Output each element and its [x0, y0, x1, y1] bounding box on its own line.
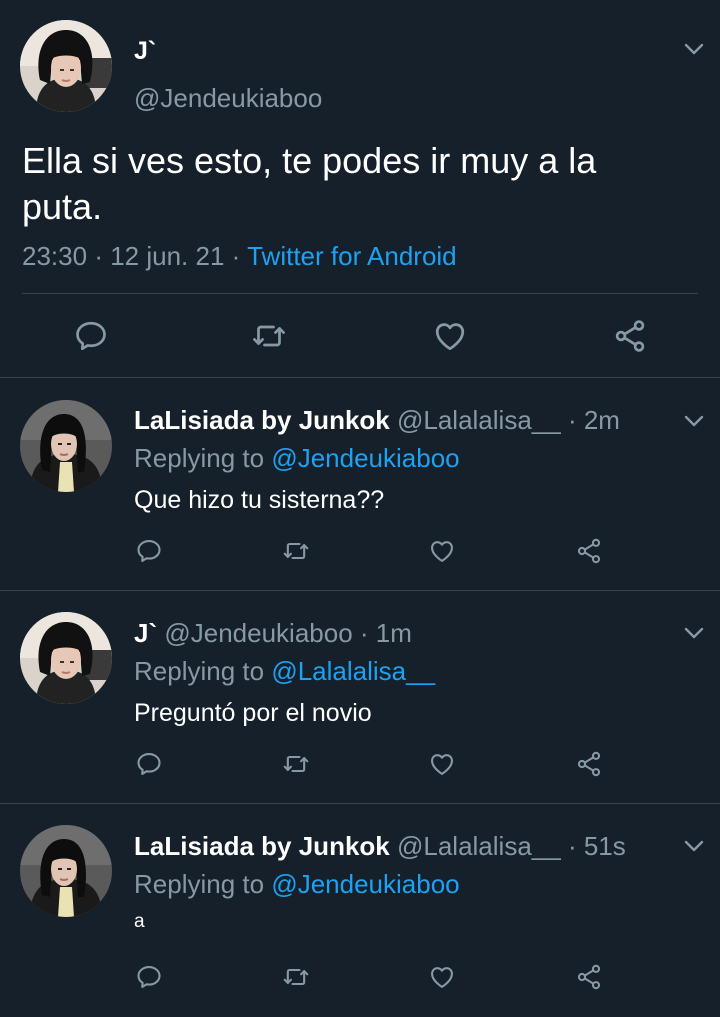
reply-header: J` @Jendeukiaboo · 1m [134, 617, 412, 649]
time-ago: · 1m [359, 618, 412, 648]
share-icon[interactable] [612, 318, 648, 354]
chevron-down-icon[interactable] [682, 37, 706, 61]
replying-to-link[interactable]: @Jendeukiaboo [271, 869, 459, 899]
author-name[interactable]: J` [134, 36, 156, 66]
retweet-icon[interactable] [282, 537, 310, 565]
replying-to-link[interactable]: @Lalalalisa__ [271, 656, 435, 686]
replying-label: Replying to [134, 443, 265, 473]
reply-header: LaLisiada by Junkok @Lalalalisa__ · 51s [134, 830, 626, 862]
tweet-text: Ella si ves esto, te podes ir muy a la p… [22, 140, 597, 227]
reply-text: a [134, 911, 145, 932]
author-handle[interactable]: @Jendeukiaboo [164, 618, 352, 648]
time-ago: · 2m [567, 405, 620, 435]
share-icon[interactable] [575, 750, 603, 778]
meta-separator: · [231, 241, 241, 271]
avatar[interactable] [20, 825, 112, 917]
like-icon[interactable] [428, 963, 456, 991]
share-icon[interactable] [575, 537, 603, 565]
like-icon[interactable] [432, 318, 468, 354]
tweet-meta: 23:30 · 12 jun. 21 · Twitter for Android [22, 240, 457, 272]
reply-header: LaLisiada by Junkok @Lalalalisa__ · 2m [134, 404, 620, 436]
reply-icon[interactable] [135, 537, 163, 565]
avatar-image [20, 825, 112, 917]
author-handle[interactable]: @Lalalalisa__ [397, 405, 561, 435]
tweet-source-link[interactable]: Twitter for Android [247, 241, 457, 271]
meta-separator: · [94, 241, 103, 271]
like-icon[interactable] [428, 537, 456, 565]
author-name[interactable]: LaLisiada by Junkok [134, 405, 390, 435]
avatar-image [20, 20, 112, 112]
reply-icon[interactable] [135, 750, 163, 778]
retweet-icon[interactable] [251, 318, 287, 354]
retweet-icon[interactable] [282, 750, 310, 778]
avatar-image [20, 400, 112, 492]
author-handle[interactable]: @Lalalalisa__ [397, 831, 561, 861]
reply-text: Preguntó por el novio [134, 699, 372, 727]
share-icon[interactable] [575, 963, 603, 991]
avatar[interactable] [20, 400, 112, 492]
replying-to: Replying to @Jendeukiaboo [134, 868, 460, 900]
like-icon[interactable] [428, 750, 456, 778]
chevron-down-icon[interactable] [682, 409, 706, 433]
reply-tweet[interactable]: LaLisiada by Junkok @Lalalalisa__ · 51s … [0, 804, 720, 1017]
avatar-image [20, 612, 112, 704]
reply-tweet[interactable]: LaLisiada by Junkok @Lalalalisa__ · 2m R… [0, 378, 720, 591]
reply-icon[interactable] [73, 318, 109, 354]
tweet-date: 12 jun. 21 [110, 241, 225, 271]
retweet-icon[interactable] [282, 963, 310, 991]
replying-to: Replying to @Jendeukiaboo [134, 442, 460, 474]
reply-text: Que hizo tu sisterna?? [134, 486, 385, 514]
replying-to-link[interactable]: @Jendeukiaboo [271, 443, 459, 473]
chevron-down-icon[interactable] [682, 834, 706, 858]
replying-label: Replying to [134, 656, 265, 686]
reply-tweet[interactable]: J` @Jendeukiaboo · 1m Replying to @Lalal… [0, 591, 720, 804]
author-name[interactable]: LaLisiada by Junkok [134, 831, 390, 861]
avatar[interactable] [20, 20, 112, 112]
divider [22, 293, 698, 294]
time-ago: · 51s [567, 831, 626, 861]
chevron-down-icon[interactable] [682, 621, 706, 645]
reply-icon[interactable] [135, 963, 163, 991]
author-handle[interactable]: @Jendeukiaboo [134, 82, 322, 114]
tweet-time: 23:30 [22, 241, 88, 271]
avatar[interactable] [20, 612, 112, 704]
replying-to: Replying to @Lalalalisa__ [134, 655, 435, 687]
replying-label: Replying to [134, 869, 265, 899]
author-name[interactable]: J` [134, 618, 157, 648]
main-tweet: J` @Jendeukiaboo Ella si ves esto, te po… [0, 0, 720, 378]
